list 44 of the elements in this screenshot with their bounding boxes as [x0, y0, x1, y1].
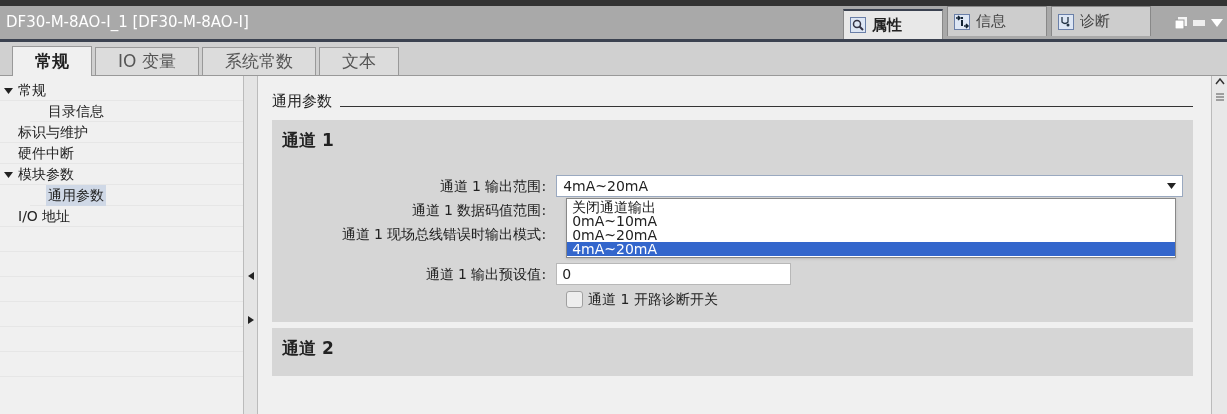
dropdown-field[interactable]: 4mA~20mA: [556, 175, 1184, 197]
inspector-tab[interactable]: 诊断: [1051, 6, 1151, 36]
tree-item[interactable]: 标识与维护: [16, 121, 90, 143]
window-title: DF30-M-8AO-I_1 [DF30-M-8AO-I]: [6, 12, 249, 34]
field-label: 通道 1 输出范围:: [438, 176, 548, 196]
dropdown-option[interactable]: 0mA~10mA: [567, 214, 1176, 228]
input-field[interactable]: 0: [556, 263, 792, 285]
channel-title: 通道 2: [282, 337, 335, 360]
tab[interactable]: 系统常数: [201, 47, 316, 75]
tree-item[interactable]: 目录信息: [46, 100, 106, 122]
info-arrows-icon: [954, 13, 970, 30]
expand-caret-icon[interactable]: [4, 85, 13, 95]
field-label: 通道 1 输出预设值:: [424, 264, 548, 284]
field-label: 通道 1 现场总线错误时输出模式:: [340, 224, 548, 244]
grip-icon[interactable]: [1215, 93, 1224, 101]
caret-down-icon[interactable]: [1211, 18, 1223, 27]
inspector-tab[interactable]: 信息: [947, 6, 1047, 36]
stethoscope-icon: [1058, 13, 1074, 30]
tree-item[interactable]: 常规: [16, 79, 48, 101]
expand-caret-icon[interactable]: [4, 169, 13, 179]
magnifier-icon: [850, 17, 866, 33]
checkbox[interactable]: [566, 290, 584, 308]
channel-title: 通道 1: [282, 129, 335, 152]
field-label: 通道 1 数据码值范围:: [410, 200, 548, 220]
scroll-up-icon[interactable]: [1214, 78, 1225, 85]
collapse-arrow-icon[interactable]: [247, 272, 254, 280]
tree-item[interactable]: 模块参数: [16, 163, 76, 185]
minimize-icon[interactable]: [1193, 19, 1205, 26]
tab[interactable]: 常规: [12, 46, 92, 76]
tree-item[interactable]: I/O 地址: [16, 205, 73, 227]
dropdown-option[interactable]: 关闭通道输出: [567, 200, 1176, 214]
expand-arrow-icon[interactable]: [247, 316, 254, 324]
tree-item[interactable]: 通用参数: [46, 184, 106, 206]
inspector-tab[interactable]: 属性: [843, 9, 943, 39]
section-title: 通用参数: [272, 90, 333, 112]
scrollbar[interactable]: [1211, 76, 1227, 414]
dropdown-option[interactable]: 0mA~20mA: [567, 228, 1176, 242]
tab[interactable]: IO 变量: [95, 47, 199, 75]
tree-item[interactable]: 硬件中断: [16, 142, 76, 164]
tab[interactable]: 文本: [318, 47, 399, 75]
dropdown-option[interactable]: 4mA~20mA: [567, 242, 1176, 256]
restore-icon[interactable]: [1175, 16, 1187, 29]
checkbox-label: 通道 1 开路诊断开关: [588, 289, 718, 309]
caret-icon: [1167, 183, 1177, 189]
